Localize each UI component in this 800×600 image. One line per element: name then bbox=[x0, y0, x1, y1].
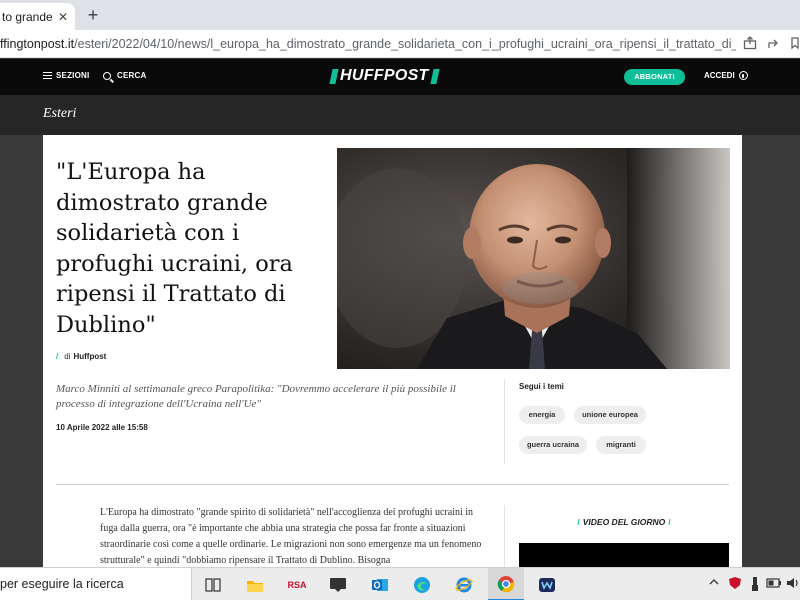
url-path: /esteri/2022/04/10/news/l_europa_ha_dimo… bbox=[74, 36, 736, 51]
share-icon[interactable] bbox=[742, 36, 758, 52]
edge-browser-icon[interactable] bbox=[412, 575, 432, 595]
topic-pill-unione-europea[interactable]: unione europea bbox=[574, 406, 646, 424]
file-explorer-icon[interactable] bbox=[245, 575, 265, 595]
rsa-app-icon[interactable]: RSA bbox=[285, 575, 309, 595]
browser-tabbar: to grande s ✕ + bbox=[0, 0, 800, 30]
tab-title: to grande s bbox=[2, 9, 52, 24]
content-divider bbox=[56, 484, 729, 485]
url-host: ffingtonpost.it bbox=[0, 36, 75, 51]
site-header: SEZIONI CERCA HUFFPOST ABBONATI ACCEDI bbox=[0, 59, 800, 95]
divider bbox=[504, 379, 505, 464]
article-byline: / di Huffpost bbox=[56, 352, 106, 361]
outlook-icon[interactable] bbox=[370, 575, 390, 595]
section-bar: Esteri bbox=[0, 95, 800, 135]
search-button[interactable]: CERCA bbox=[103, 71, 146, 80]
article-card: "L'Europa ha dimostrato grande solidarie… bbox=[43, 135, 742, 567]
volume-icon[interactable] bbox=[786, 577, 800, 592]
video-of-the-day-title: / VIDEO DEL GIORNO / bbox=[519, 517, 729, 527]
url-field[interactable]: ffingtonpost.it/esteri/2022/04/10/news/l… bbox=[0, 37, 736, 51]
topic-pill-migranti[interactable]: migranti bbox=[596, 436, 646, 454]
new-tab-button[interactable]: + bbox=[82, 4, 104, 26]
close-icon[interactable]: ✕ bbox=[56, 10, 70, 24]
huffpost-logo[interactable]: HUFFPOST bbox=[329, 67, 440, 84]
bookmark-icon[interactable] bbox=[790, 36, 800, 52]
login-button[interactable]: ACCEDI bbox=[704, 71, 748, 80]
byline-slash: / bbox=[56, 352, 59, 361]
hero-photo bbox=[337, 148, 730, 369]
battery-icon[interactable] bbox=[766, 578, 782, 591]
search-icon bbox=[103, 71, 111, 80]
address-bar[interactable]: ffingtonpost.it/esteri/2022/04/10/news/l… bbox=[0, 30, 800, 58]
video-title-label: VIDEO DEL GIORNO bbox=[582, 517, 666, 527]
article-date: 10 Aprile 2022 alle 15:58 bbox=[56, 423, 148, 432]
article-headline: "L'Europa ha dimostrato grande solidarie… bbox=[56, 159, 293, 338]
subscribe-button[interactable]: ABBONATI bbox=[624, 69, 685, 85]
task-view-icon[interactable] bbox=[203, 575, 223, 595]
sidebar-divider bbox=[504, 505, 505, 567]
usb-device-icon[interactable] bbox=[750, 576, 760, 595]
sections-label: SEZIONI bbox=[56, 71, 90, 80]
topic-pill-energia[interactable]: energia bbox=[519, 406, 565, 424]
hamburger-icon bbox=[43, 72, 52, 79]
taskbar-search-input[interactable]: per eseguire la ricerca bbox=[0, 568, 192, 600]
article-subtitle: Marco Minniti al settimanale greco Parap… bbox=[56, 383, 456, 410]
search-label: CERCA bbox=[117, 71, 147, 80]
browser-tab[interactable]: to grande s ✕ bbox=[0, 3, 75, 30]
sections-menu-button[interactable]: SEZIONI bbox=[43, 71, 89, 80]
chat-app-icon[interactable] bbox=[328, 575, 348, 595]
topics-title: Segui i temi bbox=[519, 382, 564, 391]
internet-explorer-icon[interactable] bbox=[454, 575, 474, 595]
teams-app-icon[interactable] bbox=[537, 575, 557, 595]
byline-author[interactable]: Huffpost bbox=[73, 352, 106, 361]
section-title[interactable]: Esteri bbox=[43, 106, 76, 122]
topic-pill-guerra-ucraina[interactable]: guerra ucraina bbox=[519, 436, 587, 454]
article-body: L'Europa ha dimostrato "grande spirito d… bbox=[100, 507, 482, 566]
taskbar: per eseguire la ricerca RSA bbox=[0, 567, 800, 600]
share-arrow-icon[interactable] bbox=[766, 36, 782, 52]
video-player[interactable] bbox=[519, 543, 729, 567]
user-icon bbox=[738, 71, 748, 80]
chevron-up-icon[interactable] bbox=[708, 577, 720, 590]
byline-prefix: di bbox=[64, 352, 71, 361]
chrome-browser-icon[interactable] bbox=[488, 568, 524, 600]
logo-text: HUFFPOST bbox=[340, 67, 429, 84]
login-label: ACCEDI bbox=[704, 71, 735, 80]
video-slash-left: / bbox=[577, 517, 580, 527]
security-shield-icon[interactable] bbox=[728, 576, 742, 593]
video-slash-right: / bbox=[668, 517, 671, 527]
